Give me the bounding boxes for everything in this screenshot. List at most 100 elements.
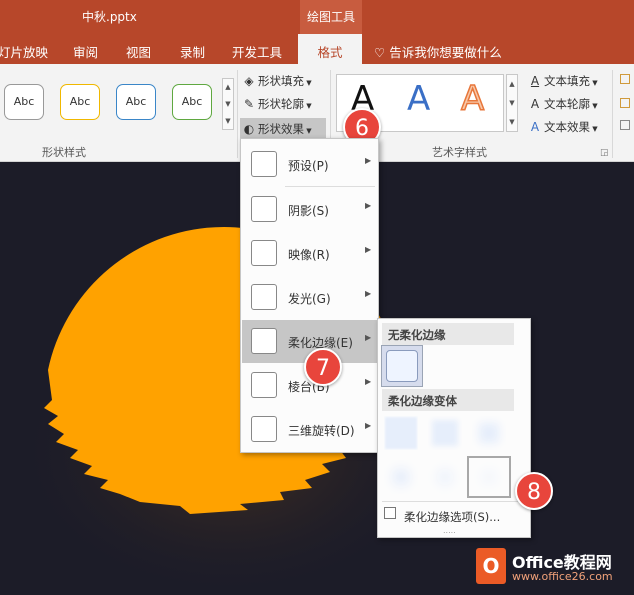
watermark-url: www.office26.com bbox=[512, 570, 613, 583]
wordart-style-orange[interactable]: A bbox=[460, 78, 485, 120]
arrange-icon[interactable] bbox=[620, 74, 630, 84]
chevron-down-icon: ▼ bbox=[304, 102, 312, 110]
step-badge-7: 7 bbox=[304, 348, 342, 386]
chevron-right-icon: ▶ bbox=[365, 289, 372, 298]
chevron-down-icon: ▼ bbox=[590, 102, 598, 110]
text-outline-label: 文本轮廓 bbox=[544, 97, 590, 111]
chevron-down-icon: ▼ bbox=[304, 127, 312, 135]
more-icon: ▼ bbox=[509, 118, 515, 126]
wordart-scroll[interactable]: ▲ ▼ ▼ bbox=[506, 74, 518, 132]
step-badge-8: 8 bbox=[515, 472, 553, 510]
tab-view[interactable]: 视图 bbox=[126, 42, 151, 61]
arrange-icon[interactable] bbox=[620, 98, 630, 108]
menu-divider bbox=[285, 186, 375, 187]
shape-fill-label: 形状填充 bbox=[258, 74, 304, 88]
chevron-down-icon: ▼ bbox=[225, 100, 231, 108]
shape-style-2[interactable]: Abc bbox=[60, 84, 100, 120]
text-effects-button[interactable]: A 文本效果 ▼ bbox=[528, 119, 598, 135]
reflection-icon bbox=[251, 240, 277, 266]
menu-item-label: 发光(G) bbox=[288, 292, 331, 306]
selection-pane-icon[interactable] bbox=[620, 120, 630, 130]
text-fill-icon: A bbox=[530, 74, 540, 88]
menu-item-reflection[interactable]: 映像(R) ▶ bbox=[242, 232, 377, 275]
shape-style-3[interactable]: Abc bbox=[116, 84, 156, 120]
chevron-down-icon: ▼ bbox=[590, 79, 598, 87]
file-title: 中秋.pptx bbox=[82, 10, 137, 24]
chevron-up-icon: ▲ bbox=[509, 80, 515, 88]
paint-bucket-icon: ◈ bbox=[244, 74, 254, 88]
chevron-right-icon: ▶ bbox=[365, 201, 372, 210]
soft-edge-variant-3[interactable] bbox=[472, 416, 506, 450]
pen-icon: ✎ bbox=[243, 97, 255, 111]
shape-styles-scroll[interactable]: ▲ ▼ ▼ bbox=[222, 78, 234, 130]
chevron-down-icon: ▼ bbox=[304, 79, 312, 87]
shape-styles-group-label: 形状样式 bbox=[42, 146, 86, 159]
shape-effects-label: 形状效果 bbox=[258, 122, 304, 136]
soft-edge-variant-2[interactable] bbox=[428, 416, 462, 450]
office-logo-icon: O bbox=[476, 548, 506, 584]
chevron-up-icon: ▲ bbox=[225, 83, 231, 91]
tell-me-label: 告诉我你想要做什么 bbox=[389, 45, 502, 60]
bevel-icon bbox=[251, 372, 277, 398]
wordart-style-blue[interactable]: A bbox=[407, 79, 430, 119]
menu-item-3d-rotation[interactable]: 三维旋转(D) ▶ bbox=[242, 408, 377, 451]
resize-grip[interactable]: ..... bbox=[443, 526, 456, 535]
menu-item-label: 三维旋转(D) bbox=[288, 424, 355, 438]
shape-outline-button[interactable]: ✎ 形状轮廓 ▼ bbox=[242, 96, 312, 112]
chevron-right-icon: ▶ bbox=[365, 245, 372, 254]
soft-edges-icon bbox=[251, 328, 277, 354]
lightbulb-icon: ♡ bbox=[374, 45, 386, 60]
soft-edge-variant-4[interactable] bbox=[384, 460, 418, 494]
text-effects-label: 文本效果 bbox=[544, 120, 590, 134]
tab-slideshow[interactable]: 灯片放映 bbox=[0, 42, 48, 61]
text-outline-button[interactable]: A 文本轮廓 ▼ bbox=[528, 96, 598, 112]
shadow-icon bbox=[251, 196, 277, 222]
more-icon: ▼ bbox=[225, 117, 231, 125]
3d-rotation-icon bbox=[251, 416, 277, 442]
tab-record[interactable]: 录制 bbox=[180, 42, 205, 61]
shape-effects-button[interactable]: ◐ 形状效果 ▼ bbox=[240, 118, 326, 138]
no-soft-edge-header: 无柔化边缘 bbox=[382, 323, 514, 345]
soft-edge-options-checkbox[interactable] bbox=[384, 507, 396, 519]
group-divider bbox=[612, 70, 613, 158]
glow-icon bbox=[251, 284, 277, 310]
swatch-preview bbox=[472, 461, 506, 493]
shape-outline-label: 形状轮廓 bbox=[258, 97, 304, 111]
soft-edge-variant-6-selected[interactable] bbox=[467, 456, 511, 498]
text-outline-icon: A bbox=[530, 97, 540, 111]
tab-review[interactable]: 审阅 bbox=[73, 42, 98, 61]
text-fill-button[interactable]: A 文本填充 ▼ bbox=[528, 73, 598, 89]
soft-edge-variant-1[interactable] bbox=[384, 416, 418, 450]
dialog-launcher-icon[interactable]: ◲ bbox=[600, 148, 609, 158]
chevron-right-icon: ▶ bbox=[365, 421, 372, 430]
shape-style-1[interactable]: Abc bbox=[4, 84, 44, 120]
chevron-down-icon: ▼ bbox=[509, 99, 515, 107]
group-divider bbox=[237, 70, 238, 158]
wordart-group-label: 艺术字样式 bbox=[432, 146, 487, 159]
soft-edge-variant-5[interactable] bbox=[428, 460, 462, 494]
swatch-preview bbox=[386, 350, 418, 382]
preset-icon bbox=[251, 151, 277, 177]
menu-item-shadow[interactable]: 阴影(S) ▶ bbox=[242, 188, 377, 231]
no-soft-edge-option[interactable] bbox=[381, 345, 423, 387]
tell-me-search[interactable]: ♡ 告诉我你想要做什么 bbox=[374, 42, 502, 61]
soft-edge-options-link[interactable]: 柔化边缘选项(S)... bbox=[404, 509, 500, 525]
menu-item-label: 预设(P) bbox=[288, 159, 329, 173]
shape-fill-button[interactable]: ◈ 形状填充 ▼ bbox=[242, 73, 312, 89]
menu-item-label: 映像(R) bbox=[288, 248, 330, 262]
tab-developer[interactable]: 开发工具 bbox=[232, 42, 282, 61]
tab-format[interactable]: 格式 bbox=[298, 34, 362, 64]
chevron-right-icon: ▶ bbox=[365, 333, 372, 342]
shape-effects-icon: ◐ bbox=[243, 122, 255, 136]
context-tab-drawing-tools: 绘图工具 bbox=[300, 0, 362, 34]
text-effects-icon: A bbox=[530, 120, 540, 134]
menu-item-glow[interactable]: 发光(G) ▶ bbox=[242, 276, 377, 319]
chevron-right-icon: ▶ bbox=[365, 156, 372, 165]
menu-item-preset[interactable]: 预设(P) ▶ bbox=[242, 143, 377, 186]
text-fill-label: 文本填充 bbox=[544, 74, 590, 88]
shape-style-4[interactable]: Abc bbox=[172, 84, 212, 120]
soft-edge-variants-header: 柔化边缘变体 bbox=[382, 389, 514, 411]
menu-item-label: 阴影(S) bbox=[288, 204, 329, 218]
submenu-divider bbox=[382, 501, 526, 502]
shape-effects-menu: 预设(P) ▶ 阴影(S) ▶ 映像(R) ▶ 发光(G) ▶ 柔化边缘(E) ▶ 棱台(… bbox=[240, 138, 379, 453]
